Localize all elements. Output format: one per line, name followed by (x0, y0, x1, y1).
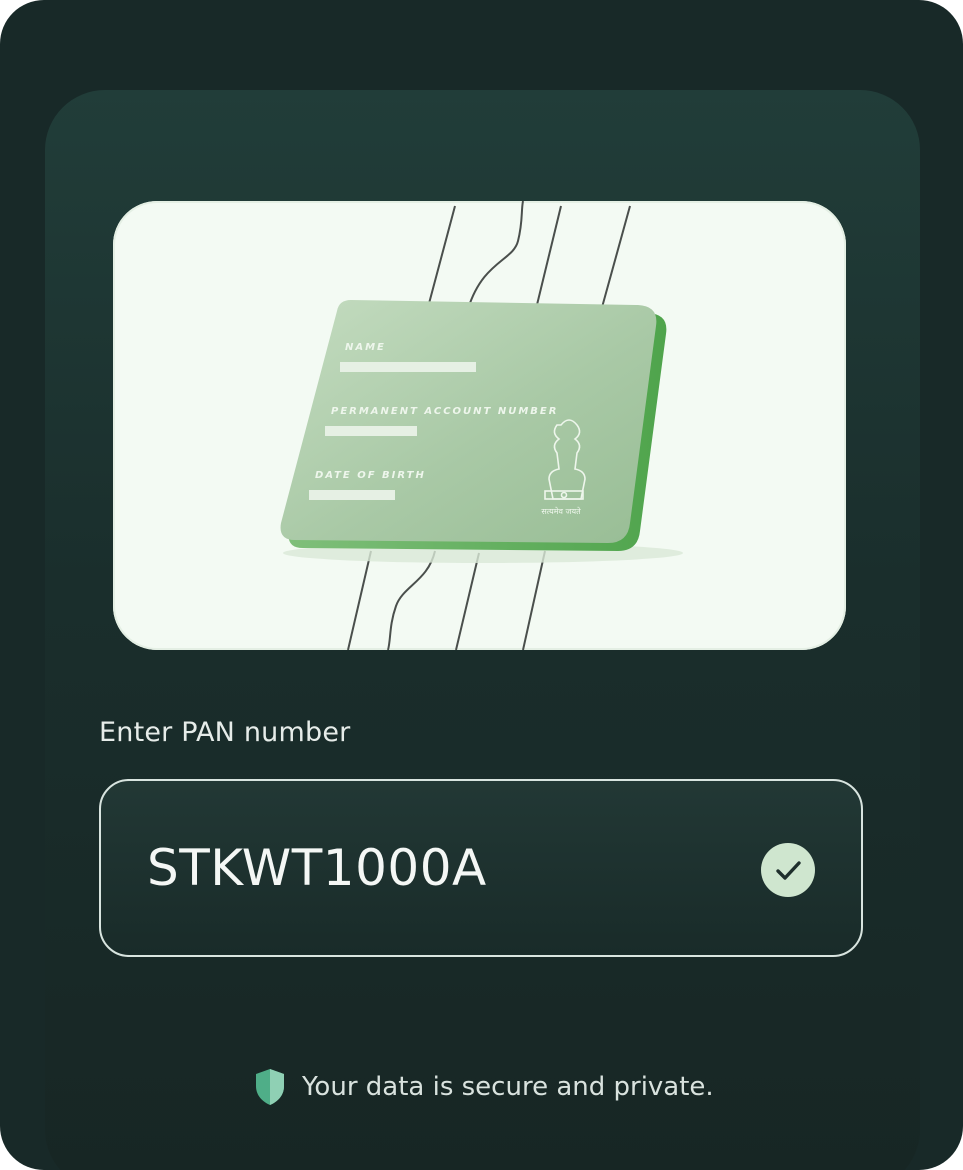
app-window: NAME PERMANENT ACCOUNT NUMBER DATE OF BI… (0, 0, 963, 1170)
emblem-caption: सत्यमेव जयते (541, 506, 581, 516)
card-name-label: NAME (345, 342, 386, 353)
pan-field-label: Enter PAN number (99, 717, 351, 748)
secure-note: Your data is secure and private. (254, 1067, 714, 1107)
check-icon (761, 843, 815, 897)
shield-icon (256, 1069, 284, 1105)
card-pan-label: PERMANENT ACCOUNT NUMBER (331, 406, 558, 417)
secure-note-text: Your data is secure and private. (302, 1072, 714, 1102)
card-pan-bar (325, 426, 417, 436)
card-dob-label: DATE OF BIRTH (315, 470, 426, 481)
pan-card-illustration: NAME PERMANENT ACCOUNT NUMBER DATE OF BI… (113, 201, 846, 650)
card-name-bar (340, 362, 476, 372)
card-dob-bar (309, 490, 395, 500)
pan-input-value[interactable]: STKWT1000A (147, 839, 487, 897)
pan-input[interactable]: STKWT1000A (99, 779, 863, 957)
wires-bottom (347, 550, 546, 650)
pan-card-image: NAME PERMANENT ACCOUNT NUMBER DATE OF BI… (280, 201, 683, 650)
wires-top (426, 201, 631, 314)
